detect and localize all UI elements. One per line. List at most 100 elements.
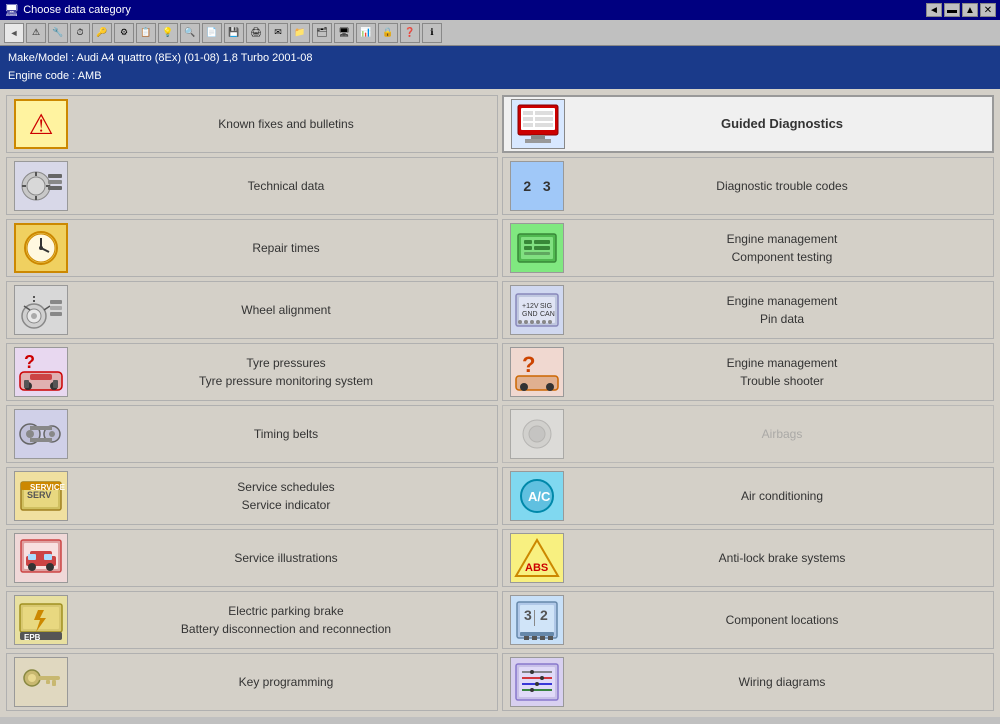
repair-times-cell[interactable]: Repair times <box>6 219 498 277</box>
make-model: Make/Model : Audi A4 quattro (8Ex) (01-0… <box>8 50 992 68</box>
guided-diagnostics-icon-area <box>504 97 572 151</box>
toolbar-btn-14[interactable]: 📁 <box>290 23 310 43</box>
maximize-button[interactable]: ▲ <box>962 3 978 17</box>
wiring-diagrams-label: Wiring diagrams <box>571 669 993 695</box>
toolbar: ◄ ⚠ 🔧 ⏱ 🔑 ⚙ 📋 💡 🔍 📄 💾 🖨 ✉ 📁 🗂 🖥 📊 🔒 ❓ ℹ <box>0 20 1000 46</box>
engine-pin-cell[interactable]: +12V GND SIG CAN Engine managementPin da… <box>502 281 994 339</box>
svg-text:CAN: CAN <box>540 311 555 318</box>
key-programming-cell[interactable]: Key programming <box>6 653 498 711</box>
service-illustrations-cell[interactable]: Service illustrations <box>6 529 498 587</box>
back-button[interactable]: ◄ <box>926 3 942 17</box>
abs-label: Anti-lock brake systems <box>571 545 993 571</box>
window-controls[interactable]: ◄ ▬ ▲ ✕ <box>926 3 996 17</box>
service-illustrations-icon-area <box>7 530 75 586</box>
repair-times-icon-area <box>7 220 75 276</box>
toolbar-btn-9[interactable]: 🔍 <box>180 23 200 43</box>
toolbar-btn-20[interactable]: ℹ <box>422 23 442 43</box>
component-locations-cell[interactable]: 3 2 Component locations <box>502 591 994 649</box>
tyre-pressures-icon-area: ? <box>7 344 75 400</box>
title-bar: 🖥 Choose data category ◄ ▬ ▲ ✕ <box>0 0 1000 20</box>
toolbar-btn-12[interactable]: 🖨 <box>246 23 266 43</box>
wiring-diagrams-cell[interactable]: Wiring diagrams <box>502 653 994 711</box>
dtc-cell[interactable]: 2 3 Diagnostic trouble codes <box>502 157 994 215</box>
technical-data-icon-area <box>7 158 75 214</box>
known-fixes-icon-area: ⚠ <box>7 96 75 152</box>
tyre-pressures-cell[interactable]: ? Tyre pressuresTyre pressure monitoring… <box>6 343 498 401</box>
component-locations-icon: 3 2 <box>510 595 564 645</box>
toolbar-btn-17[interactable]: 📊 <box>356 23 376 43</box>
air-conditioning-label: Air conditioning <box>571 483 993 509</box>
toolbar-btn-6[interactable]: ⚙ <box>114 23 134 43</box>
wheel-alignment-cell[interactable]: Wheel alignment <box>6 281 498 339</box>
service-schedules-icon-area: SERV SERVICE <box>7 468 75 524</box>
timing-belts-icon <box>14 409 68 459</box>
svg-text:GND: GND <box>522 311 538 318</box>
wiring-diagrams-icon <box>510 657 564 707</box>
toolbar-btn-4[interactable]: ⏱ <box>70 23 90 43</box>
timing-belts-icon-area <box>7 406 75 462</box>
engine-trouble-cell[interactable]: ? Engine managementTrouble shooter <box>502 343 994 401</box>
window-title: Choose data category <box>23 4 131 16</box>
technical-data-icon <box>14 161 68 211</box>
component-locations-icon-area: 3 2 <box>503 592 571 648</box>
toolbar-btn-10[interactable]: 📄 <box>202 23 222 43</box>
electric-parking-icon: EPB <box>14 595 68 645</box>
tyre-pressures-icon: ? <box>14 347 68 397</box>
air-conditioning-cell[interactable]: A/C Air conditioning <box>502 467 994 525</box>
service-schedules-label: Service schedulesService indicator <box>75 474 497 518</box>
toolbar-btn-7[interactable]: 📋 <box>136 23 156 43</box>
toolbar-btn-15[interactable]: 🗂 <box>312 23 332 43</box>
service-illustrations-icon <box>14 533 68 583</box>
svg-text:3: 3 <box>524 607 532 623</box>
engine-code: Engine code : AMB <box>8 68 992 86</box>
wheel-alignment-icon-area <box>7 282 75 338</box>
toolbar-btn-1[interactable]: ◄ <box>4 23 24 43</box>
abs-cell[interactable]: ABS Anti-lock brake systems <box>502 529 994 587</box>
electric-parking-cell[interactable]: EPB Electric parking brakeBattery discon… <box>6 591 498 649</box>
repair-times-icon <box>14 223 68 273</box>
technical-data-cell[interactable]: Technical data <box>6 157 498 215</box>
key-programming-label: Key programming <box>75 669 497 695</box>
airbags-cell[interactable]: Airbags <box>502 405 994 463</box>
service-schedules-icon: SERV SERVICE <box>14 471 68 521</box>
dtc-label: Diagnostic trouble codes <box>571 173 993 199</box>
airbags-icon-area <box>503 406 571 462</box>
svg-text:ABS: ABS <box>525 562 548 574</box>
known-fixes-cell[interactable]: ⚠ Known fixes and bulletins <box>6 95 498 153</box>
toolbar-btn-2[interactable]: ⚠ <box>26 23 46 43</box>
toolbar-btn-11[interactable]: 💾 <box>224 23 244 43</box>
technical-data-label: Technical data <box>75 173 497 199</box>
airbags-icon <box>510 409 564 459</box>
engine-component-label: Engine managementComponent testing <box>571 226 993 270</box>
toolbar-btn-18[interactable]: 🔒 <box>378 23 398 43</box>
engine-trouble-icon: ? <box>510 347 564 397</box>
toolbar-btn-13[interactable]: ✉ <box>268 23 288 43</box>
toolbar-btn-19[interactable]: ❓ <box>400 23 420 43</box>
close-button[interactable]: ✕ <box>980 3 996 17</box>
timing-belts-cell[interactable]: Timing belts <box>6 405 498 463</box>
wheel-alignment-icon <box>14 285 68 335</box>
toolbar-btn-8[interactable]: 💡 <box>158 23 178 43</box>
air-conditioning-icon-area: A/C <box>503 468 571 524</box>
tyre-pressures-label: Tyre pressuresTyre pressure monitoring s… <box>75 350 497 394</box>
svg-text:SIG: SIG <box>540 303 552 310</box>
svg-text:?: ? <box>24 352 35 372</box>
service-schedules-cell[interactable]: SERV SERVICE Service schedulesService in… <box>6 467 498 525</box>
toolbar-btn-16[interactable]: 🖥 <box>334 23 354 43</box>
engine-component-cell[interactable]: Engine managementComponent testing <box>502 219 994 277</box>
minimize-button[interactable]: ▬ <box>944 3 960 17</box>
engine-trouble-label: Engine managementTrouble shooter <box>571 350 993 394</box>
abs-icon-area: ABS <box>503 530 571 586</box>
abs-icon: ABS <box>510 533 564 583</box>
guided-diagnostics-cell[interactable]: Guided Diagnostics <box>502 95 994 153</box>
svg-text:A/C: A/C <box>528 489 551 504</box>
app-icon: 🖥 <box>4 3 19 17</box>
airbags-label: Airbags <box>571 421 993 447</box>
toolbar-btn-3[interactable]: 🔧 <box>48 23 68 43</box>
engine-pin-icon-area: +12V GND SIG CAN <box>503 282 571 338</box>
timing-belts-label: Timing belts <box>75 421 497 447</box>
repair-times-label: Repair times <box>75 235 497 261</box>
electric-parking-icon-area: EPB <box>7 592 75 648</box>
key-programming-icon-area <box>7 654 75 710</box>
toolbar-btn-5[interactable]: 🔑 <box>92 23 112 43</box>
